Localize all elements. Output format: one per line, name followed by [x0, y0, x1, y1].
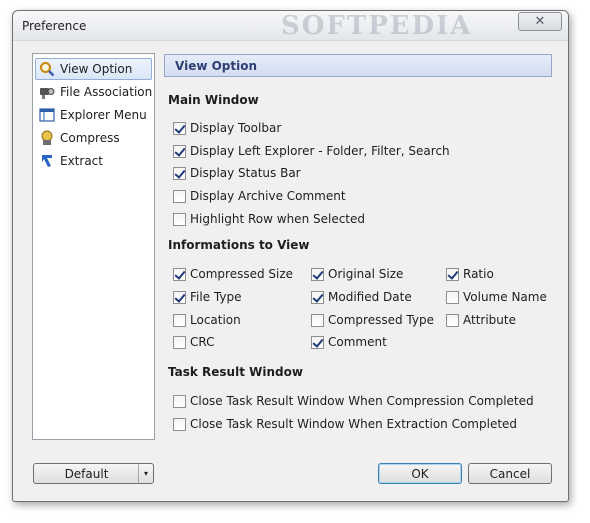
sidebar-item-explorer-menu[interactable]: Explorer Menu	[35, 104, 152, 126]
checkbox-box[interactable]	[446, 290, 459, 304]
checkbox-box[interactable]	[173, 121, 186, 135]
checkbox-label: Ratio	[463, 267, 494, 281]
panel-header: View Option	[164, 54, 552, 77]
checkbox-box[interactable]	[173, 267, 186, 281]
checkbox-label: Location	[190, 313, 241, 327]
checkbox-box[interactable]	[311, 267, 324, 281]
checkbox-display-left-explorer[interactable]: Display Left Explorer - Folder, Filter, …	[173, 143, 450, 159]
checkbox-compressed-size[interactable]: Compressed Size	[173, 266, 293, 282]
checkbox-label: Original Size	[328, 267, 404, 281]
sidebar-item-label: File Association	[60, 85, 153, 99]
checkbox-original-size[interactable]: Original Size	[311, 266, 403, 282]
section-task-result-window: Task Result Window	[168, 365, 303, 379]
checkbox-label: Comment	[328, 335, 387, 349]
checkbox-volume-name[interactable]: Volume Name	[446, 289, 547, 305]
checkbox-highlight-row[interactable]: Highlight Row when Selected	[173, 211, 365, 227]
checkbox-label: CRC	[190, 335, 215, 349]
sidebar-item-label: Compress	[60, 131, 120, 145]
checkbox-label: Modified Date	[328, 290, 412, 304]
checkbox-close-after-compression[interactable]: Close Task Result Window When Compressio…	[173, 393, 534, 409]
compress-icon	[39, 130, 55, 146]
sidebar-item-label: Explorer Menu	[60, 108, 147, 122]
sidebar-item-compress[interactable]: Compress	[35, 127, 152, 149]
checkbox-file-type[interactable]: File Type	[173, 289, 241, 305]
ok-button-label: OK	[411, 466, 429, 481]
checkbox-label: Volume Name	[463, 290, 547, 304]
checkbox-box[interactable]	[173, 335, 186, 349]
checkbox-box[interactable]	[173, 313, 186, 327]
checkbox-crc[interactable]: CRC	[173, 334, 215, 350]
cancel-button-label: Cancel	[489, 466, 531, 481]
default-button[interactable]: Default ▾	[33, 463, 154, 484]
checkbox-comment[interactable]: Comment	[311, 334, 387, 350]
checkbox-box[interactable]	[173, 417, 186, 431]
sidebar-item-view-option[interactable]: View Option	[35, 58, 152, 80]
checkbox-label: Attribute	[463, 313, 516, 327]
window-icon	[39, 107, 55, 123]
checkbox-box[interactable]	[311, 290, 324, 304]
checkbox-label: Display Status Bar	[190, 166, 301, 180]
checkbox-label: Compressed Size	[190, 267, 294, 281]
checkbox-compressed-type[interactable]: Compressed Type	[311, 312, 434, 328]
checkbox-box[interactable]	[173, 212, 186, 226]
checkbox-label: Display Left Explorer - Folder, Filter, …	[190, 144, 450, 158]
checkbox-label: Compressed Type	[328, 313, 434, 327]
preference-window: Preference SOFTPEDIA ✕ View Option File …	[12, 10, 569, 502]
sidebar-item-file-association[interactable]: File Association	[35, 81, 152, 103]
checkbox-location[interactable]: Location	[173, 312, 241, 328]
extract-arrow-icon	[39, 153, 55, 169]
checkbox-display-status-bar[interactable]: Display Status Bar	[173, 165, 301, 181]
checkbox-display-archive-comment[interactable]: Display Archive Comment	[173, 188, 346, 204]
sidebar-item-extract[interactable]: Extract	[35, 150, 152, 172]
default-button-label: Default	[64, 466, 109, 481]
checkbox-box[interactable]	[173, 166, 186, 180]
checkbox-label: Display Archive Comment	[190, 189, 346, 203]
checkbox-box[interactable]	[173, 189, 186, 203]
checkbox-label: Highlight Row when Selected	[190, 212, 366, 226]
checkbox-box[interactable]	[446, 313, 459, 327]
checkbox-display-toolbar[interactable]: Display Toolbar	[173, 120, 281, 136]
checkbox-box[interactable]	[173, 144, 186, 158]
checkbox-box[interactable]	[311, 313, 324, 327]
softpedia-watermark: SOFTPEDIA	[281, 11, 473, 41]
checkbox-label: Display Toolbar	[190, 121, 282, 135]
ok-button[interactable]: OK	[378, 463, 462, 484]
checkbox-close-after-extraction[interactable]: Close Task Result Window When Extraction…	[173, 416, 517, 432]
close-button[interactable]: ✕	[518, 12, 562, 31]
checkbox-modified-date[interactable]: Modified Date	[311, 289, 412, 305]
checkbox-box[interactable]	[173, 290, 186, 304]
chevron-down-icon[interactable]: ▾	[138, 464, 153, 483]
checkbox-label: Close Task Result Window When Compressio…	[190, 394, 534, 408]
magnifier-icon	[39, 61, 55, 77]
section-informations-to-view: Informations to View	[168, 238, 310, 252]
checkbox-box[interactable]	[311, 335, 324, 349]
category-list: View Option File Association Explorer Me…	[32, 53, 155, 440]
sidebar-item-label: Extract	[60, 154, 103, 168]
checkbox-label: Close Task Result Window When Extraction…	[190, 417, 518, 431]
sidebar-item-label: View Option	[60, 62, 133, 76]
section-main-window: Main Window	[168, 93, 259, 107]
cancel-button[interactable]: Cancel	[468, 463, 552, 484]
checkbox-ratio[interactable]: Ratio	[446, 266, 494, 282]
close-icon: ✕	[534, 14, 546, 29]
window-title: Preference	[22, 19, 87, 33]
checkbox-box[interactable]	[446, 267, 459, 281]
title-bar[interactable]: Preference SOFTPEDIA ✕	[13, 11, 568, 41]
checkbox-label: File Type	[190, 290, 242, 304]
checkbox-attribute[interactable]: Attribute	[446, 312, 516, 328]
checkbox-box[interactable]	[173, 394, 186, 408]
association-icon	[39, 84, 55, 100]
